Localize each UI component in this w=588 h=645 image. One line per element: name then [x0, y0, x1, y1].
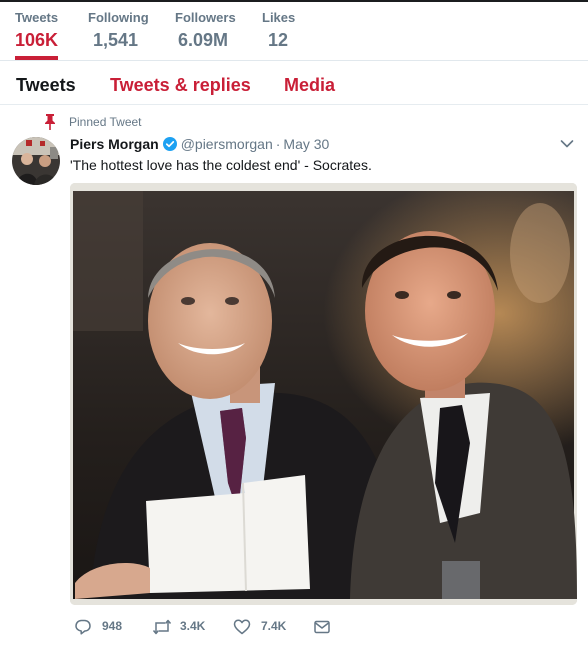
retweet-icon: [152, 619, 172, 635]
like-count: 7.4K: [261, 619, 287, 633]
retweet-count: 3.4K: [180, 619, 206, 633]
pinned-tweet-label: Pinned Tweet: [69, 115, 142, 129]
stat-followers-value: 6.09M: [178, 30, 229, 50]
verified-badge-icon: [162, 137, 177, 151]
stat-tweets[interactable]: Tweets 106K: [15, 10, 59, 60]
tweet-header: Piers Morgan @piersmorgan · May 30: [70, 134, 329, 154]
heart-icon: [233, 619, 251, 635]
stat-tweets-value: 106K: [15, 30, 59, 50]
timeline-tabs: Tweets Tweets & replies Media: [0, 62, 588, 104]
tab-tweets[interactable]: Tweets: [16, 74, 76, 96]
header-separator: ·: [275, 136, 281, 152]
stat-following-value: 1,541: [93, 30, 139, 50]
tweet-date[interactable]: May 30: [283, 136, 329, 152]
photo-image: [70, 183, 577, 605]
pin-icon: [45, 114, 55, 130]
stat-followers-label: Followers: [175, 10, 236, 25]
reply-count: 948: [102, 619, 123, 633]
direct-message-icon: [314, 620, 330, 634]
tab-tweets-and-replies[interactable]: Tweets & replies: [110, 74, 251, 96]
top-divider: [0, 0, 588, 2]
reply-icon: [75, 619, 91, 635]
stat-following[interactable]: Following 1,541: [88, 10, 149, 52]
tabs-divider: [0, 104, 588, 105]
tweet-actions: 948 3.4K 7.4K: [70, 617, 370, 637]
tab-media[interactable]: Media: [284, 74, 335, 96]
stats-divider: [0, 60, 588, 61]
stat-likes-value: 12: [268, 30, 289, 50]
chevron-down-icon[interactable]: [560, 139, 574, 149]
stat-followers[interactable]: Followers 6.09M: [175, 10, 236, 52]
tweet-text: 'The hottest love has the coldest end' -…: [70, 157, 372, 173]
stat-likes-label: Likes: [262, 10, 296, 25]
stat-tweets-label: Tweets: [15, 10, 59, 25]
profile-stats-nav: Tweets 106K Following 1,541 Followers 6.…: [0, 10, 588, 60]
avatar-image: [12, 137, 60, 185]
tweet-photo[interactable]: [70, 183, 577, 605]
author-name[interactable]: Piers Morgan: [70, 136, 159, 152]
author-handle[interactable]: @piersmorgan: [181, 136, 273, 152]
stat-following-label: Following: [88, 10, 149, 25]
author-avatar[interactable]: [12, 137, 60, 185]
stat-likes[interactable]: Likes 12: [262, 10, 295, 52]
